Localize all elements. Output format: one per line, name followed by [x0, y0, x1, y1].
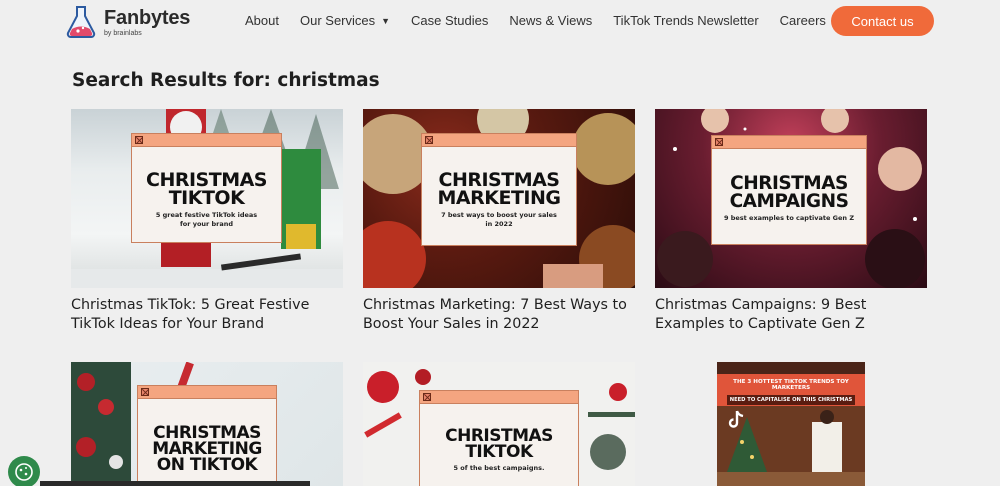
- result-thumbnail-poster[interactable]: THE 3 HOTTEST TIKTOK TRENDS TOY MARKETER…: [717, 362, 865, 486]
- result-thumbnail[interactable]: CHRISTMAS MARKETING ON TIKTOK: [71, 362, 343, 486]
- result-title[interactable]: Christmas Campaigns: 9 Best Examples to …: [655, 296, 927, 334]
- flask-icon: [66, 6, 96, 38]
- thumb-window: CHRISTMAS MARKETING ON TIKTOK: [137, 385, 277, 486]
- thumb-desc-1: 7 best ways to boost your sales: [441, 211, 557, 220]
- close-box-icon: [423, 393, 431, 401]
- nav-our-services-label: Our Services: [299, 13, 376, 28]
- thumb-heading-1: CHRISTMAS: [730, 173, 848, 194]
- result-thumbnail[interactable]: CHRISTMAS MARKETING 7 best ways to boost…: [363, 109, 635, 288]
- result-thumbnail[interactable]: CHRISTMAS TIKTOK 5 of the best campaigns…: [363, 362, 635, 486]
- thumb-window: CHRISTMAS TIKTOK 5 great festive TikTok …: [131, 133, 282, 243]
- tiktok-icon: [728, 410, 744, 428]
- result-title[interactable]: Christmas Marketing: 7 Best Ways to Boos…: [363, 296, 635, 334]
- thumb-window: CHRISTMAS CAMPAIGNS 9 best examples to c…: [711, 135, 867, 245]
- thumb-heading-2: TIKTOK: [168, 187, 245, 210]
- result-card: CHRISTMAS MARKETING 7 best ways to boost…: [363, 109, 635, 334]
- poster-banner: THE 3 HOTTEST TIKTOK TRENDS TOY MARKETER…: [717, 374, 865, 406]
- window-bar: [422, 134, 576, 147]
- thumb-desc-1: 5 of the best campaigns.: [453, 464, 545, 473]
- thumb-window: CHRISTMAS TIKTOK 5 of the best campaigns…: [419, 390, 579, 486]
- window-bar: [132, 134, 281, 147]
- thumb-desc-1: 9 best examples to captivate Gen Z: [723, 214, 855, 223]
- page-title: Search Results for: christmas: [72, 70, 380, 91]
- thumb-desc-2: in 2022: [485, 220, 513, 229]
- main-nav: About Our Services ▼ Case Studies News &…: [245, 13, 847, 28]
- result-card: CHRISTMAS TIKTOK 5 of the best campaigns…: [363, 362, 635, 486]
- thumb-heading-2: MARKETING: [437, 187, 561, 210]
- contact-us-button[interactable]: Contact us: [831, 6, 934, 36]
- thumb-heading-2: TIKTOK: [465, 442, 533, 463]
- brand-name: Fanbytes: [104, 6, 191, 29]
- close-box-icon: [715, 138, 723, 146]
- poster-line-2: NEED TO CAPITALISE ON THIS CHRISTMAS: [727, 395, 855, 405]
- brand-subtitle: by brainlabs: [104, 29, 142, 37]
- close-box-icon: [141, 388, 149, 396]
- status-strip: [40, 481, 310, 486]
- thumb-desc-1: 5 great festive TikTok ideas: [155, 211, 258, 220]
- window-bar: [138, 386, 276, 399]
- nav-careers[interactable]: Careers: [780, 13, 826, 28]
- result-card: CHRISTMAS CAMPAIGNS 9 best examples to c…: [655, 109, 927, 334]
- result-thumbnail[interactable]: CHRISTMAS TIKTOK 5 great festive TikTok …: [71, 109, 343, 288]
- nav-tiktok-newsletter[interactable]: TikTok Trends Newsletter: [613, 13, 758, 28]
- nav-about[interactable]: About: [245, 13, 279, 28]
- nav-news-views[interactable]: News & Views: [509, 13, 592, 28]
- thumb-heading-3: ON TIKTOK: [156, 455, 258, 476]
- thumb-heading-2: CAMPAIGNS: [729, 190, 849, 212]
- site-header: Fanbytes by brainlabs About Our Services…: [0, 0, 1000, 44]
- chevron-down-icon: ▼: [381, 15, 391, 26]
- result-card: CHRISTMAS TIKTOK 5 great festive TikTok …: [71, 109, 343, 334]
- result-title[interactable]: Christmas TikTok: 5 Great Festive TikTok…: [71, 296, 343, 334]
- cookie-settings-button[interactable]: [8, 456, 40, 486]
- cookie-icon: [15, 463, 33, 481]
- close-box-icon: [425, 136, 433, 144]
- nav-our-services[interactable]: Our Services ▼: [300, 13, 390, 28]
- result-thumbnail[interactable]: CHRISTMAS CAMPAIGNS 9 best examples to c…: [655, 109, 927, 288]
- thumb-desc-2: for your brand: [179, 220, 234, 229]
- site-logo[interactable]: Fanbytes by brainlabs: [66, 4, 190, 40]
- thumb-window: CHRISTMAS MARKETING 7 best ways to boost…: [421, 133, 577, 246]
- nav-case-studies[interactable]: Case Studies: [411, 13, 488, 28]
- close-box-icon: [135, 136, 143, 144]
- result-card: CHRISTMAS MARKETING ON TIKTOK: [71, 362, 343, 486]
- window-bar: [420, 391, 578, 404]
- poster-line-1: THE 3 HOTTEST TIKTOK TRENDS TOY MARKETER…: [733, 379, 849, 391]
- window-bar: [712, 136, 866, 149]
